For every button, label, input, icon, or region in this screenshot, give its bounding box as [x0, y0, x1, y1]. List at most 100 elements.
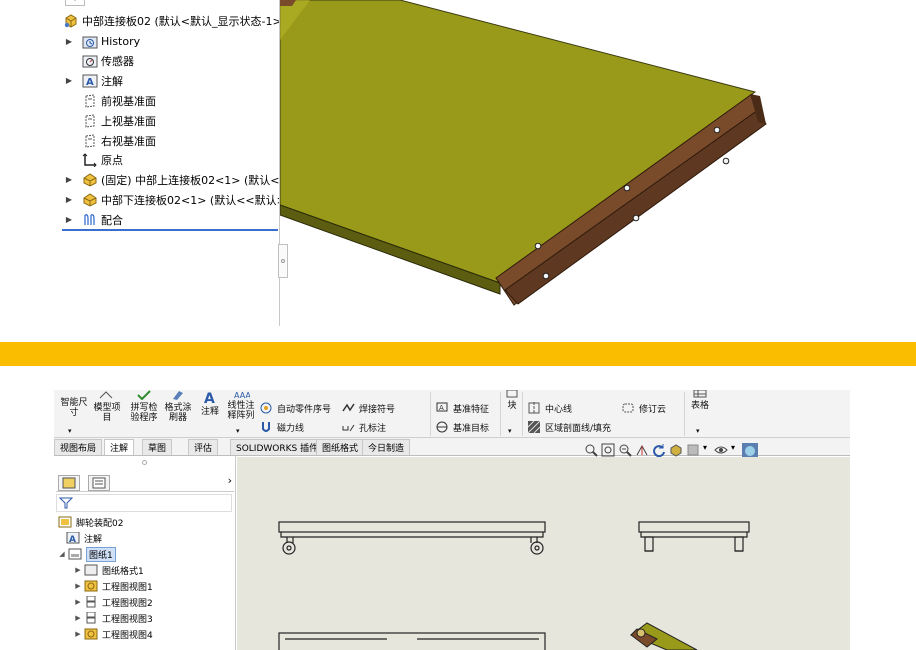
tree-item-mates[interactable]: ▶ 配合 — [62, 210, 123, 229]
format-painter-button[interactable]: 格式涂刷器 — [162, 390, 194, 423]
hide-show-items-icon[interactable] — [714, 443, 728, 457]
filter-icon[interactable]: ▾ — [65, 0, 85, 6]
tree-item-lower-plate[interactable]: ▶ 中部下连接板02<1> (默认<<默认>_显 — [62, 190, 279, 209]
display-style-icon[interactable] — [686, 443, 700, 457]
tree-item-annotations[interactable]: A 注解 — [64, 530, 102, 546]
drawing-view-icon — [84, 612, 98, 624]
tree-root-label: 中部连接板02 (默认<默认_显示状态-1>) — [82, 14, 280, 28]
auto-balloon-button[interactable]: 自动零件序号 — [260, 400, 331, 416]
pan-icon[interactable] — [635, 443, 649, 457]
datum-feature-button[interactable]: A 基准特征 — [436, 400, 489, 416]
weld-symbol-icon — [342, 402, 355, 414]
dropdown-arrow-icon[interactable]: ▾ — [703, 443, 711, 457]
previous-view-icon[interactable] — [618, 443, 632, 457]
tree-item-sheet-format[interactable]: ▶ 图纸格式1 — [74, 562, 144, 578]
dropdown-arrow-icon[interactable]: ▾ — [68, 426, 72, 436]
datum-target-button[interactable]: 基准目标 — [436, 419, 489, 435]
zoom-area-icon[interactable] — [601, 443, 615, 457]
filter-icon[interactable] — [58, 496, 74, 513]
tab-sheet-format[interactable]: 图纸格式 — [316, 439, 365, 455]
tree-item-origin[interactable]: 原点 — [62, 150, 123, 169]
collapse-arrow-icon[interactable]: ◢ — [58, 550, 66, 558]
area-hatch-button[interactable]: 区域剖面线/填充 — [527, 419, 611, 435]
annotation-ribbon: 智能尺寸 ▾ 模型项目 拼写检验程序 格式涂刷器 A 注释 AAA 线性注释阵列 — [54, 390, 850, 438]
expand-arrow-icon[interactable]: ▶ — [64, 175, 74, 184]
expand-arrow-icon[interactable]: ▶ — [74, 566, 82, 574]
dropdown-arrow-icon[interactable]: ▾ — [508, 426, 512, 436]
tree-item-annotations[interactable]: ▶ A 注解 — [62, 71, 123, 90]
rotate-view-icon[interactable] — [652, 443, 666, 457]
rollback-bar[interactable] — [62, 229, 278, 231]
tree-item-history[interactable]: ▶ History — [62, 32, 140, 51]
tree-item-sensors[interactable]: 传感器 — [62, 51, 134, 70]
panel-expand-chevron-icon[interactable]: › — [228, 474, 232, 487]
format-painter-icon — [173, 391, 183, 400]
tree-item-sheet1[interactable]: ◢ 图纸1 — [58, 546, 116, 562]
drawing-sheet[interactable] — [237, 457, 850, 650]
spell-checker-button[interactable]: 拼写检验程序 — [128, 390, 160, 423]
drawing-icon — [58, 516, 72, 528]
note-button[interactable]: A 注释 — [198, 390, 222, 417]
revision-cloud-button[interactable]: 修订云 — [622, 400, 666, 416]
tree-item-drawing-view-2[interactable]: ▶ 工程图视图2 — [74, 594, 153, 610]
center-line-button[interactable]: 中心线 — [528, 400, 572, 416]
expand-arrow-icon[interactable]: ▶ — [74, 582, 82, 590]
hole-callout-button[interactable]: 孔标注 — [342, 419, 386, 435]
tree-item-top-plane[interactable]: 上视基准面 — [62, 111, 156, 130]
tree-item-drawing-view-1[interactable]: ▶ 工程图视图1 — [74, 578, 153, 594]
mate-icon — [82, 213, 98, 227]
tab-annotation[interactable]: 注解 — [104, 439, 135, 455]
tree-item-front-plane[interactable]: 前视基准面 — [62, 91, 156, 110]
magnetic-line-button[interactable]: 磁力线 — [260, 419, 304, 435]
datum-target-label: 基准目标 — [453, 423, 490, 434]
feature-manager-tab[interactable] — [58, 475, 80, 491]
block-button[interactable]: 块 — [504, 390, 520, 411]
tree-item-label: 图纸格式1 — [102, 566, 144, 577]
auto-balloon-icon — [260, 402, 273, 414]
svg-text:AAA: AAA — [234, 391, 250, 398]
dropdown-arrow-icon[interactable]: ▾ — [696, 426, 700, 436]
scene-appearance-icon[interactable] — [742, 442, 758, 459]
model-items-button[interactable]: 模型项目 — [92, 390, 122, 423]
expand-arrow-icon[interactable]: ▶ — [64, 215, 74, 224]
table-button[interactable]: 表格 — [688, 390, 712, 411]
tab-view-layout[interactable]: 视图布局 — [54, 439, 103, 455]
tree-item-upper-plate[interactable]: ▶ (固定) 中部上连接板02<1> (默认<<默 — [62, 170, 280, 189]
view-orientation-icon[interactable] — [669, 443, 683, 457]
tab-label: 草图 — [148, 444, 167, 454]
tree-item-label: (固定) 中部上连接板02<1> (默认<<默 — [101, 173, 280, 187]
linear-pattern-button[interactable]: AAA 线性注释阵列 — [226, 390, 256, 421]
tab-make-today[interactable]: 今日制造 — [362, 439, 411, 455]
model-viewport[interactable] — [279, 0, 916, 340]
tree-root-assembly[interactable]: 中部连接板02 (默认<默认_显示状态-1>) — [62, 11, 280, 30]
tree-item-label: 工程图视图1 — [102, 582, 153, 593]
tab-solidworks-addins[interactable]: SOLIDWORKS 插件 — [230, 439, 325, 455]
expand-arrow-icon[interactable]: ▶ — [64, 76, 74, 85]
expand-arrow-icon[interactable]: ▶ — [74, 630, 82, 638]
drawing-view-icon — [84, 628, 98, 640]
auto-balloon-label: 自动零件序号 — [277, 404, 332, 415]
tab-sketch[interactable]: 草图 — [142, 439, 173, 455]
expand-arrow-icon[interactable]: ▶ — [74, 614, 82, 622]
tree-filter-bar[interactable] — [56, 494, 232, 512]
tree-root-drawing[interactable]: 脚轮装配02 — [56, 514, 123, 530]
tree-item-right-plane[interactable]: 右视基准面 — [62, 131, 156, 150]
splitter-handle[interactable] — [142, 460, 147, 465]
weld-symbol-button[interactable]: 焊接符号 — [342, 400, 395, 416]
zoom-to-fit-icon[interactable] — [584, 443, 598, 457]
tab-evaluate[interactable]: 评估 — [188, 439, 219, 455]
tree-item-drawing-view-4[interactable]: ▶ 工程图视图4 — [74, 626, 153, 642]
dropdown-arrow-icon[interactable]: ▾ — [731, 443, 739, 457]
expand-arrow-icon[interactable]: ▶ — [74, 598, 82, 606]
tree-item-label: 配合 — [101, 213, 123, 227]
property-manager-tab[interactable] — [88, 475, 110, 491]
smart-dimension-button[interactable]: 智能尺寸 — [58, 398, 90, 418]
expand-arrow-icon[interactable]: ▶ — [64, 195, 74, 204]
expand-arrow-icon[interactable]: ▶ — [64, 37, 74, 46]
tree-item-label: 右视基准面 — [101, 134, 156, 148]
dropdown-arrow-icon[interactable]: ▾ — [236, 426, 240, 436]
part-icon — [82, 192, 98, 207]
spell-checker-label: 拼写检验程序 — [130, 403, 158, 423]
tree-item-drawing-view-3[interactable]: ▶ 工程图视图3 — [74, 610, 153, 626]
drawing-view-icon — [84, 580, 98, 592]
